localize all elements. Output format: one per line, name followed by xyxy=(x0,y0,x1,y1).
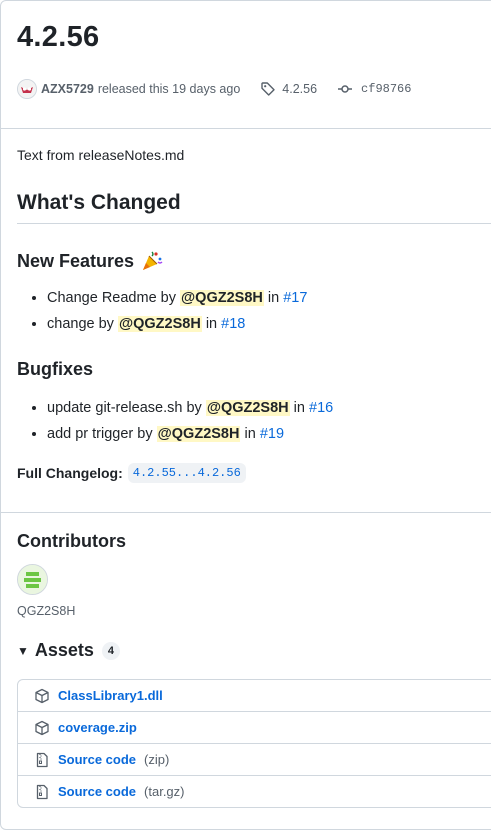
contributor-avatar[interactable] xyxy=(17,564,48,595)
asset-link[interactable]: Source code xyxy=(58,752,136,767)
list-item: change by @QGZ2S8H in #18 xyxy=(47,311,307,337)
contributors-heading: Contributors xyxy=(17,531,126,551)
author-link[interactable]: AZX5729 xyxy=(41,82,94,96)
bugfixes-list: update git-release.sh by @QGZ2S8H in #16… xyxy=(17,395,333,447)
file-zip-icon xyxy=(34,784,50,800)
pr-link[interactable]: #19 xyxy=(260,426,284,442)
triangle-down-icon: ▼ xyxy=(17,643,29,658)
contributor-name[interactable]: QGZ2S8H xyxy=(17,604,75,618)
package-icon xyxy=(34,688,50,704)
asset-link[interactable]: ClassLibrary1.dll xyxy=(58,688,163,703)
asset-link[interactable]: Source code xyxy=(58,784,136,799)
release-title[interactable]: 4.2.56 xyxy=(17,21,99,54)
divider xyxy=(1,128,491,129)
item-text: add pr trigger xyxy=(47,426,134,442)
asset-row: Source code (zip) xyxy=(18,743,491,775)
item-by: by xyxy=(186,400,202,416)
full-changelog: Full Changelog: 4.2.55...4.2.56 xyxy=(17,463,246,483)
item-by: by xyxy=(137,426,153,442)
release-card: 4.2.56 AZX5729 released this 19 days ago… xyxy=(0,0,491,830)
heading-underline xyxy=(17,223,491,224)
assets-toggle[interactable]: ▼ Assets 4 xyxy=(17,640,120,661)
assets-count-badge: 4 xyxy=(101,641,120,660)
user-mention[interactable]: @QGZ2S8H xyxy=(117,316,202,332)
party-popper-icon xyxy=(143,251,163,270)
list-item: update git-release.sh by @QGZ2S8H in #16 xyxy=(47,395,333,421)
new-features-heading: New Features xyxy=(17,249,164,273)
released-text: released this 19 days ago xyxy=(97,82,241,96)
file-zip-icon xyxy=(34,752,50,768)
asset-link[interactable]: coverage.zip xyxy=(58,720,137,735)
user-mention[interactable]: @QGZ2S8H xyxy=(156,426,241,442)
asset-ext: (zip) xyxy=(144,752,170,767)
list-item: add pr trigger by @QGZ2S8H in #19 xyxy=(47,421,333,447)
author-avatar-icon xyxy=(18,80,36,98)
assets-list: ClassLibrary1.dll coverage.zip Source co… xyxy=(17,679,491,808)
notes-intro: Text from releaseNotes.md xyxy=(17,147,185,163)
asset-row: Source code (tar.gz) xyxy=(18,775,491,807)
item-text: update git-release.sh xyxy=(47,400,183,416)
compare-link[interactable]: 4.2.55...4.2.56 xyxy=(127,463,246,483)
item-in: in xyxy=(244,426,256,442)
tag-icon xyxy=(261,82,275,96)
item-in: in xyxy=(293,400,305,416)
asset-row: coverage.zip xyxy=(18,711,491,743)
bugfixes-heading: Bugfixes xyxy=(17,359,94,379)
release-meta: AZX5729 released this 19 days ago 4.2.56… xyxy=(17,79,411,99)
item-text: Change Readme xyxy=(47,290,157,306)
list-item: Change Readme by @QGZ2S8H in #17 xyxy=(47,285,307,311)
tag-link[interactable]: 4.2.56 xyxy=(260,81,317,97)
identicon-icon xyxy=(18,565,47,594)
item-by: by xyxy=(98,316,114,332)
assets-heading: Assets xyxy=(34,640,94,660)
package-icon xyxy=(34,720,50,736)
whats-changed-heading: What's Changed xyxy=(17,191,181,214)
full-changelog-label: Full Changelog: xyxy=(17,465,123,481)
item-by: by xyxy=(160,290,176,306)
commit-link[interactable]: cf98766 xyxy=(337,81,411,97)
pr-link[interactable]: #16 xyxy=(309,400,333,416)
author-avatar[interactable] xyxy=(17,79,37,99)
item-in: in xyxy=(205,316,218,332)
pr-link[interactable]: #18 xyxy=(221,316,245,332)
user-mention[interactable]: @QGZ2S8H xyxy=(205,400,290,416)
git-commit-icon xyxy=(338,85,353,93)
features-list: Change Readme by @QGZ2S8H in #17 change … xyxy=(17,285,307,337)
asset-ext: (tar.gz) xyxy=(144,784,185,799)
divider xyxy=(1,512,491,513)
user-mention[interactable]: @QGZ2S8H xyxy=(180,290,264,306)
commit-sha: cf98766 xyxy=(361,82,412,96)
item-in: in xyxy=(267,290,280,306)
item-text: change xyxy=(47,316,95,332)
asset-row: ClassLibrary1.dll xyxy=(18,680,491,711)
new-features-label: New Features xyxy=(17,250,135,271)
pr-link[interactable]: #17 xyxy=(283,290,307,306)
tag-label: 4.2.56 xyxy=(282,82,318,96)
